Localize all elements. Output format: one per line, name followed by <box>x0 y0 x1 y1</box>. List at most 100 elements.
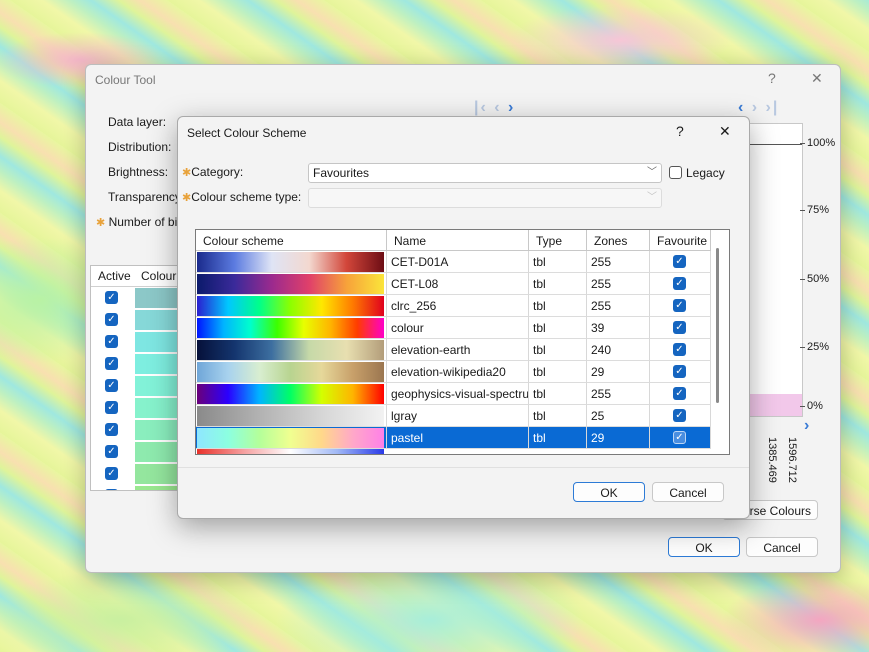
favourite-checkbox[interactable]: ✓ <box>673 321 686 334</box>
scheme-swatch <box>197 340 384 360</box>
favourite-cell: ✓ <box>650 251 711 273</box>
type-cell: tbl <box>529 273 587 295</box>
y-tick-50: 50% <box>800 273 829 285</box>
type-cell: tbl <box>529 339 587 361</box>
type-cell: tbl <box>529 295 587 317</box>
scheme-type-select[interactable]: ﹀ <box>308 188 662 208</box>
active-table-row: ✓ <box>91 287 191 309</box>
chart-next-icon[interactable]: › <box>804 417 809 435</box>
favourite-checkbox[interactable]: ✓ <box>673 365 686 378</box>
name-cell: elevation-wikipedia20 <box>387 361 529 383</box>
scheme-cell <box>196 427 387 449</box>
colour-column-header: Colour <box>141 269 177 283</box>
active-checkbox[interactable]: ✓ <box>105 313 118 326</box>
favourite-checkbox[interactable]: ✓ <box>673 343 686 356</box>
scheme-swatch <box>197 428 384 448</box>
category-select[interactable]: Favourites ﹀ <box>308 163 662 183</box>
active-checkbox[interactable]: ✓ <box>105 467 118 480</box>
name-cell: CET-L08 <box>387 273 529 295</box>
type-cell: tbl <box>529 427 587 449</box>
zones-cell: 255 <box>587 273 650 295</box>
active-checkbox[interactable]: ✓ <box>105 401 118 414</box>
favourite-checkbox[interactable]: ✓ <box>673 277 686 290</box>
number-of-bins-label: ✱ Number of bins <box>96 215 190 229</box>
favourite-cell: ✓ <box>650 361 711 383</box>
active-checkbox[interactable]: ✓ <box>105 445 118 458</box>
dialog-ok-button[interactable]: OK <box>573 482 645 502</box>
col-header-scheme[interactable]: Colour scheme <box>196 230 387 251</box>
scheme-swatch <box>197 252 384 272</box>
name-cell: clrc_256 <box>387 295 529 317</box>
zones-cell: 39 <box>587 317 650 339</box>
col-header-favourite[interactable]: Favourite <box>650 230 711 251</box>
main-cancel-button[interactable]: Cancel <box>746 537 818 557</box>
active-table-row: ✓ <box>91 353 191 375</box>
favourite-cell: ✓ <box>650 339 711 361</box>
favourite-cell: ✓ <box>650 427 711 449</box>
select-colour-scheme-dialog: Select Colour Scheme ? ✕ ✱Category: Favo… <box>177 116 750 519</box>
active-checkbox[interactable]: ✓ <box>105 489 118 490</box>
colour-tool-title: Colour Tool <box>95 73 156 87</box>
active-checkbox[interactable]: ✓ <box>105 379 118 392</box>
table-row[interactable]: elevation-earth tbl 240 ✓ <box>196 339 711 361</box>
active-checkbox[interactable]: ✓ <box>105 423 118 436</box>
type-cell: tbl <box>529 383 587 405</box>
scheme-swatch <box>197 274 384 294</box>
brightness-label: Brightness: <box>108 165 169 179</box>
col-header-type[interactable]: Type <box>529 230 587 251</box>
active-table-row: ✓ <box>91 375 191 397</box>
scheme-cell <box>196 383 387 405</box>
dialog-title: Select Colour Scheme <box>187 126 307 140</box>
type-cell: tbl <box>529 405 587 427</box>
active-table-row: ✓ <box>91 331 191 353</box>
help-button[interactable]: ? <box>768 70 776 86</box>
table-row[interactable]: pastel tbl 29 ✓ <box>196 427 711 449</box>
active-checkbox[interactable]: ✓ <box>105 291 118 304</box>
y-tick-0: 0% <box>800 400 823 412</box>
data-layer-label: Data layer: <box>108 115 167 129</box>
category-value: Favourites <box>313 166 370 180</box>
chart-colour-strip <box>747 394 802 416</box>
scheme-swatch <box>197 318 384 338</box>
dialog-cancel-button[interactable]: Cancel <box>652 482 724 502</box>
first-prev-next-nav[interactable]: |‹ ‹ › <box>474 99 515 117</box>
chart-top-line <box>747 144 802 145</box>
active-table-row: ✓ <box>91 309 191 331</box>
favourite-checkbox[interactable]: ✓ <box>673 409 686 422</box>
favourite-checkbox[interactable]: ✓ <box>673 255 686 268</box>
zones-cell: 255 <box>587 383 650 405</box>
table-row[interactable]: lgray tbl 25 ✓ <box>196 405 711 427</box>
zones-cell: 255 <box>587 295 650 317</box>
table-row[interactable]: geophysics-visual-spectrum tbl 255 ✓ <box>196 383 711 405</box>
table-row-partial <box>196 449 711 454</box>
legacy-checkbox[interactable] <box>669 166 682 179</box>
table-row[interactable]: clrc_256 tbl 255 ✓ <box>196 295 711 317</box>
dialog-help-button[interactable]: ? <box>676 123 684 139</box>
table-row[interactable]: CET-L08 tbl 255 ✓ <box>196 273 711 295</box>
active-checkbox[interactable]: ✓ <box>105 357 118 370</box>
name-cell: elevation-earth <box>387 339 529 361</box>
col-header-zones[interactable]: Zones <box>587 230 650 251</box>
active-column-header: Active <box>98 269 131 283</box>
col-header-name[interactable]: Name <box>387 230 529 251</box>
grid-scrollbar[interactable] <box>716 248 719 403</box>
zones-cell: 29 <box>587 361 650 383</box>
main-ok-button[interactable]: OK <box>668 537 740 557</box>
active-table-row: ✓ <box>91 419 191 441</box>
favourite-checkbox[interactable]: ✓ <box>673 387 686 400</box>
active-table-row: ✓ <box>91 463 191 485</box>
table-row[interactable]: elevation-wikipedia20 tbl 29 ✓ <box>196 361 711 383</box>
dialog-close-button[interactable]: ✕ <box>719 123 731 140</box>
x-label-2: 1596.712 <box>786 437 798 483</box>
close-button[interactable]: ✕ <box>811 70 823 87</box>
table-row[interactable]: colour tbl 39 ✓ <box>196 317 711 339</box>
scheme-cell <box>196 361 387 383</box>
active-checkbox[interactable]: ✓ <box>105 335 118 348</box>
active-table-row: ✓ <box>91 485 191 490</box>
scheme-type-label: ✱Colour scheme type: <box>182 190 302 204</box>
table-row[interactable]: CET-D01A tbl 255 ✓ <box>196 251 711 273</box>
prev-next-last-nav[interactable]: ‹ › ›| <box>738 99 779 117</box>
favourite-checkbox[interactable]: ✓ <box>673 431 686 444</box>
name-cell: CET-D01A <box>387 251 529 273</box>
favourite-checkbox[interactable]: ✓ <box>673 299 686 312</box>
